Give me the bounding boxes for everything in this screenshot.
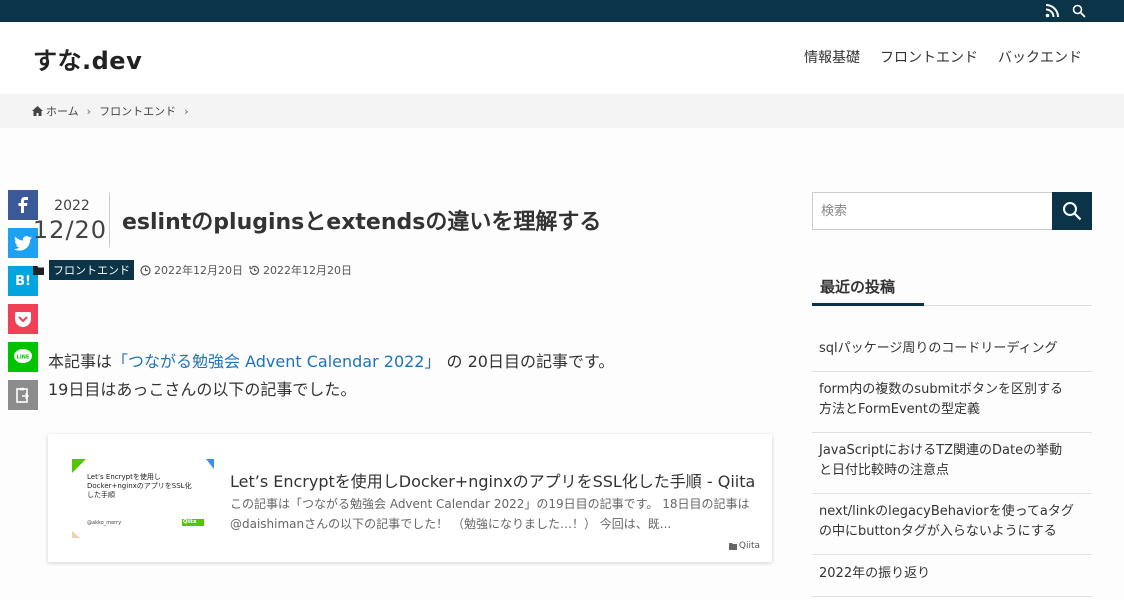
recent-post-item[interactable]: JavaScriptにおけるTZ関連のDateの挙動 と日付比較時の注意点 [812,441,1092,481]
share-line-button[interactable]: LINE [8,342,38,372]
copy-icon [16,387,30,403]
category-badge[interactable]: フロントエンド [49,260,134,280]
chevron-right-icon: › [184,104,189,118]
post-date: 2022 12/20 [30,198,110,244]
search-icon [1063,202,1082,221]
chevron-right-icon: › [86,104,92,118]
line-icon: LINE [14,349,32,363]
card-description: この記事は「つながる勉強会 Advent Calendar 2022」の19日目… [230,497,750,531]
site-title[interactable]: すな.dev [33,41,142,76]
top-bar [0,0,1124,22]
link-card[interactable]: Let’s Encryptを使用し Docker+nginxのアプリをSSL化 … [48,434,772,562]
recent-post-line: 方法とFormEventの型定義 [819,402,980,417]
recent-post-line: 2022年の振り返り [819,566,931,581]
favicon-icon [728,543,737,550]
breadcrumb-category[interactable]: フロントエンド [99,103,176,119]
post-date-year: 2022 [54,198,90,214]
breadcrumb: ホーム › フロントエンド › [32,103,196,119]
title-accent [812,303,924,306]
sidebar-search [812,192,1092,230]
thumb-author: @akko_merry [87,520,122,526]
thumb-badge: Qiita [183,519,197,525]
advent-calendar-link[interactable]: 「つながる勉強会 Advent Calendar 2022」 [112,352,440,371]
facebook-icon [18,197,28,213]
breadcrumb-home[interactable]: ホーム [46,103,79,119]
home-icon [32,106,43,116]
thumb-title-line3: した手順 [87,491,115,499]
recent-post-line: と日付比較時の注意点 [819,463,950,478]
divider [812,493,1092,494]
post-date-month-day: 12/20 [32,216,108,244]
recent-post-line: next/linkのlegacyBehaviorを使ってaタグ [819,504,1074,519]
share-pocket-button[interactable] [8,304,38,334]
body-paragraph-2: 19日目はあっこさんの以下の記事でした。 [48,380,357,399]
updated-date: 2022年12月20日 [249,262,352,278]
clock-icon [140,264,151,276]
divider [812,371,1092,372]
global-nav: 情報基礎 フロントエンド バックエンド [804,47,1082,67]
article-meta: フロントエンド 2022年12月20日 2022年12月20日 [33,260,352,280]
article-title: eslintのpluginsとextendsの違いを理解する [122,210,602,235]
thumb-title-line1: Let’s Encryptを使用し [87,473,161,481]
divider [812,596,1092,597]
body-paragraph-1: 本記事は「つながる勉強会 Advent Calendar 2022」の 20日目… [48,348,614,376]
article-body: 本記事は「つながる勉強会 Advent Calendar 2022」の 20日目… [48,348,614,404]
body-text: 本記事は [48,352,113,371]
divider [812,432,1092,433]
pocket-icon [15,311,31,327]
recent-post-item[interactable]: sqlパッケージ周りのコードリーディング [812,339,1092,359]
published-date: 2022年12月20日 [140,262,243,278]
published-date-text: 2022年12月20日 [154,264,243,277]
nav-item-backend[interactable]: バックエンド [998,47,1082,67]
divider [812,554,1092,555]
nav-item-frontend[interactable]: フロントエンド [880,47,978,67]
updated-date-text: 2022年12月20日 [263,264,352,277]
hatena-icon: B! [15,273,31,289]
recent-post-line: JavaScriptにおけるTZ関連のDateの挙動 [819,443,1063,458]
card-source: Qiita [728,541,760,551]
recent-post-line: sqlパッケージ周りのコードリーディング [819,341,1058,356]
recent-post-item[interactable]: 2022年の振り返り [812,564,1092,584]
updated-icon [249,265,260,275]
card-source-text: Qiita [738,541,760,551]
search-button[interactable] [1052,192,1092,230]
recent-post-item[interactable]: next/linkのlegacyBehaviorを使ってaタグ の中にbutto… [812,502,1092,542]
card-title[interactable]: Let’s Encryptを使用しDocker+nginxのアプリをSSL化した… [230,468,755,492]
recent-post-item[interactable]: form内の複数のsubmitボタンを区別する 方法とFormEventの型定義 [812,380,1092,420]
site-header: すな.dev 情報基礎 フロントエンド バックエンド [0,22,1124,94]
recent-post-line: の中にbuttonタグが入らないようにする [819,524,1057,539]
body-text: の 20日目の記事です。 [446,352,615,371]
search-icon[interactable] [1071,3,1087,19]
recent-posts-title: 最近の投稿 [820,278,896,296]
recent-post-line: form内の複数のsubmitボタンを区別する [819,382,1063,397]
rss-icon[interactable] [1044,3,1060,19]
nav-item-info-basics[interactable]: 情報基礎 [804,47,860,67]
folder-icon [33,265,44,275]
search-input[interactable] [812,192,1052,230]
card-thumbnail: Let’s Encryptを使用し Docker+nginxのアプリをSSL化 … [72,459,214,538]
breadcrumb-bar: ホーム › フロントエンド › [0,94,1124,128]
svg-text:LINE: LINE [17,354,30,360]
thumb-title-line2: Docker+nginxのアプリをSSL化 [87,482,192,490]
date-divider [109,193,110,247]
copy-link-button[interactable] [8,380,38,410]
